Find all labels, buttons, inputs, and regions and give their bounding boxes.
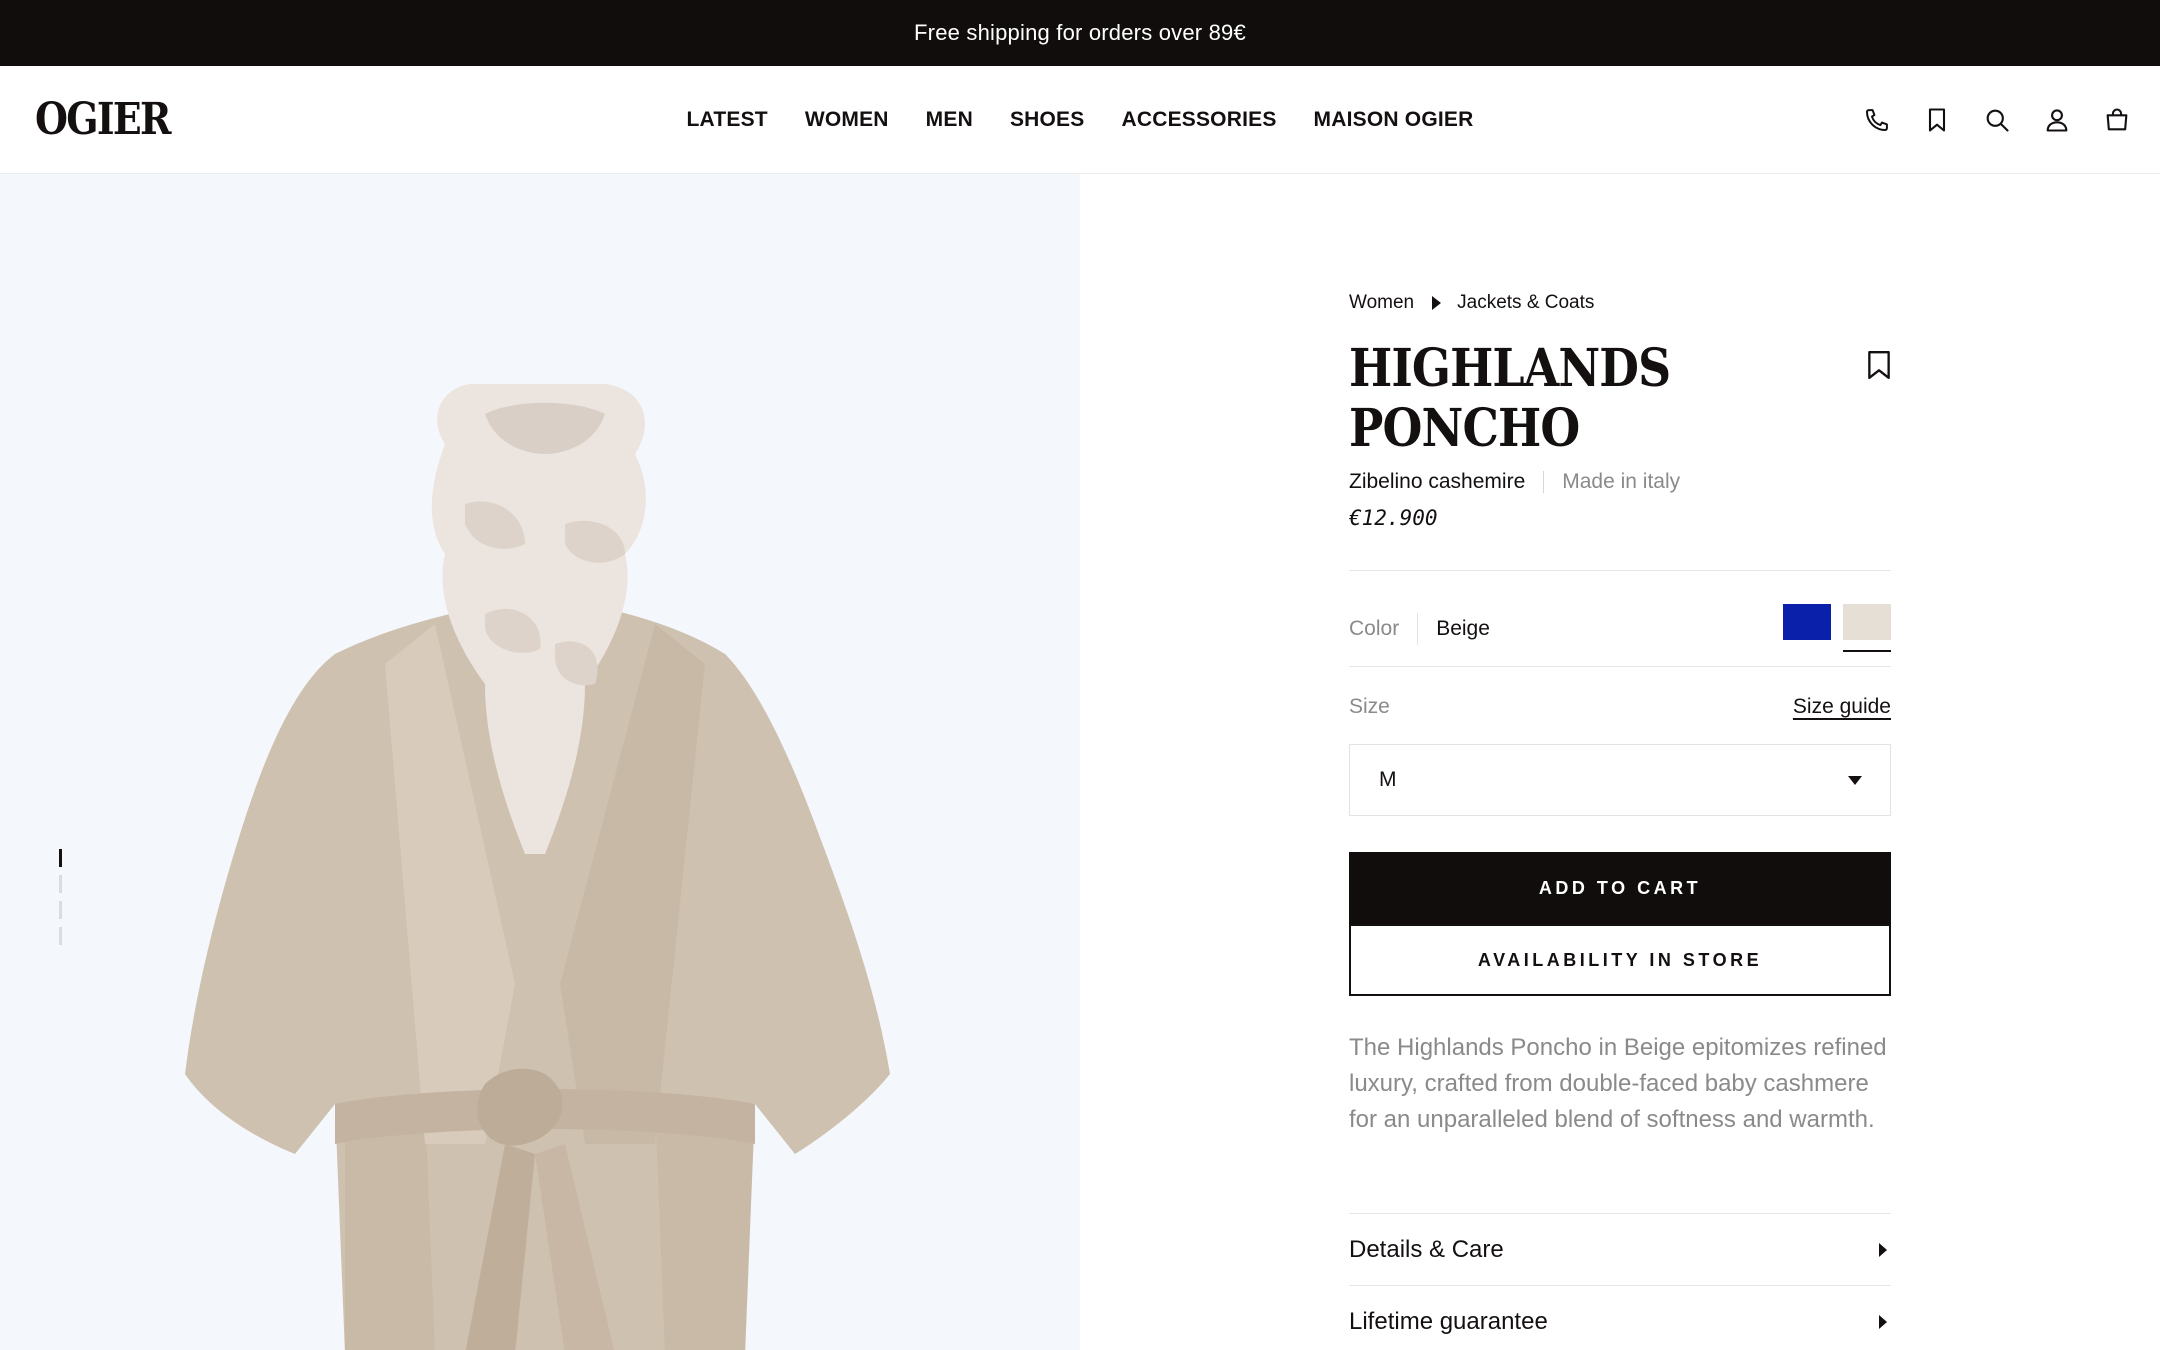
breadcrumb-women[interactable]: Women	[1349, 292, 1414, 314]
breadcrumb-arrow-icon	[1432, 296, 1442, 310]
size-select-value: M	[1379, 768, 1397, 791]
account-icon[interactable]	[2042, 105, 2072, 135]
color-value: Beige	[1436, 617, 1490, 640]
nav-latest[interactable]: LATEST	[687, 108, 768, 132]
product-title: HIGHLANDS PONCHO	[1349, 338, 1671, 459]
accordion-lifetime-guarantee[interactable]: Lifetime guarantee	[1349, 1286, 1891, 1350]
phone-icon[interactable]	[1862, 105, 1892, 135]
subtitle-divider	[1543, 471, 1545, 493]
swatch-indicator	[1783, 650, 1831, 652]
product-image	[185, 384, 890, 1350]
site-logo[interactable]: OGIER	[35, 92, 171, 148]
search-icon[interactable]	[1982, 105, 2012, 135]
announcement-text: Free shipping for orders over 89€	[914, 20, 1246, 45]
product-origin: Made in italy	[1562, 470, 1681, 493]
divider	[1349, 666, 1891, 667]
color-label: Color	[1349, 617, 1400, 640]
product-subtitle: Zibelino cashemire Made in italy	[1349, 470, 1680, 494]
size-header: Size Size guide	[1349, 684, 1891, 730]
bag-icon[interactable]	[2102, 105, 2132, 135]
gallery-dot-2[interactable]	[59, 875, 62, 893]
swatch-blue-chip	[1783, 604, 1831, 640]
divider	[1349, 570, 1891, 571]
accordion-details-care[interactable]: Details & Care	[1349, 1214, 1891, 1286]
announcement-bar: Free shipping for orders over 89€	[0, 0, 2160, 66]
site-header: OGIER LATEST WOMEN MEN SHOES ACCESSORIES…	[0, 66, 2160, 174]
color-selector: Color Beige	[1349, 594, 1891, 664]
chevron-right-icon	[1879, 1243, 1887, 1257]
color-divider	[1417, 613, 1419, 645]
gallery-dot-3[interactable]	[59, 901, 62, 919]
product-material: Zibelino cashemire	[1349, 470, 1526, 493]
chevron-right-icon	[1879, 1315, 1887, 1329]
size-guide-link[interactable]: Size guide	[1793, 695, 1891, 719]
swatch-blue[interactable]	[1783, 604, 1831, 652]
product-price: €12.900	[1349, 506, 1438, 530]
nav-shoes[interactable]: SHOES	[1010, 108, 1085, 132]
accordion-label: Details & Care	[1349, 1236, 1504, 1263]
nav-men[interactable]: MEN	[926, 108, 973, 132]
accordion-label: Lifetime guarantee	[1349, 1308, 1548, 1335]
main-nav: LATEST WOMEN MEN SHOES ACCESSORIES MAISO…	[0, 66, 2160, 174]
wishlist-bookmark-icon[interactable]	[1866, 350, 1892, 380]
swatch-beige-chip	[1843, 604, 1891, 640]
nav-maison-ogier[interactable]: MAISON OGIER	[1314, 108, 1474, 132]
bookmark-icon[interactable]	[1922, 105, 1952, 135]
swatch-indicator	[1843, 650, 1891, 652]
size-label: Size	[1349, 695, 1390, 718]
nav-accessories[interactable]: ACCESSORIES	[1121, 108, 1276, 132]
availability-in-store-button[interactable]: AVAILABILITY IN STORE	[1349, 924, 1891, 996]
gallery-pagination	[59, 849, 62, 945]
breadcrumb-jackets-coats[interactable]: Jackets & Coats	[1457, 292, 1594, 314]
size-select[interactable]: M	[1349, 744, 1891, 816]
chevron-down-icon	[1848, 775, 1862, 785]
add-to-cart-button[interactable]: ADD TO CART	[1349, 852, 1891, 924]
header-actions	[1862, 66, 2132, 174]
breadcrumb: Women Jackets & Coats	[1349, 292, 1594, 314]
swatch-beige[interactable]	[1843, 604, 1891, 652]
color-swatches	[1783, 604, 1891, 652]
gallery-dot-4[interactable]	[59, 927, 62, 945]
product-description: The Highlands Poncho in Beige epitomizes…	[1349, 1034, 1887, 1133]
product-gallery	[0, 174, 1080, 1350]
nav-women[interactable]: WOMEN	[805, 108, 889, 132]
gallery-dot-1[interactable]	[59, 849, 62, 867]
